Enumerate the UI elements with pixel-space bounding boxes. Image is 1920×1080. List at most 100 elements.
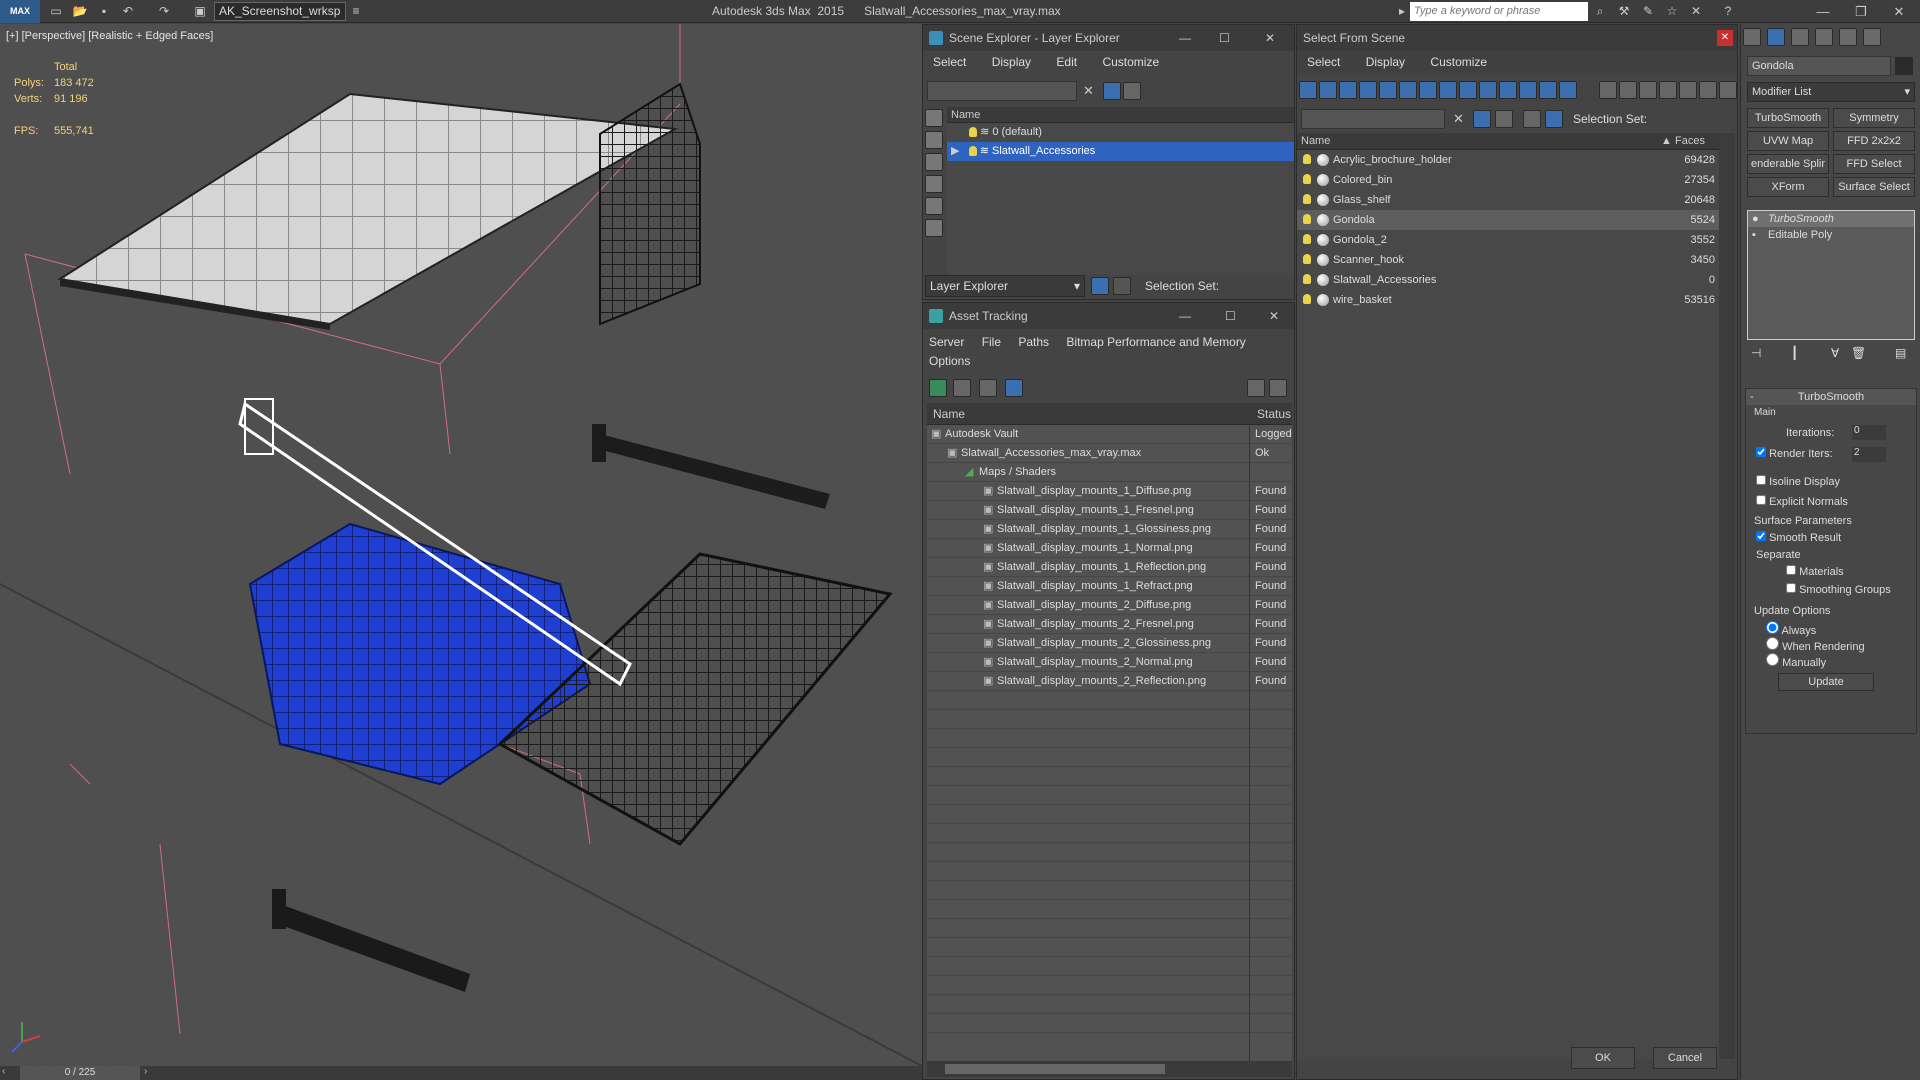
clear-find-icon[interactable]: ✕ (1083, 83, 1094, 99)
render-iters-spinner[interactable]: 2 (1852, 447, 1886, 462)
horizontal-scrollbar[interactable] (927, 1061, 1292, 1077)
layer-row-default[interactable]: ≋ 0 (default) (947, 123, 1294, 142)
menu-server[interactable]: Server (929, 335, 964, 349)
update-button[interactable]: Update (1778, 673, 1874, 691)
close-icon[interactable]: ✕ (1269, 303, 1279, 329)
display-geometry-icon[interactable] (925, 131, 943, 149)
clear-find-icon[interactable]: ✕ (1453, 111, 1464, 127)
configure-sets-icon[interactable]: ▤ (1895, 346, 1906, 360)
close-app-icon[interactable]: ✕ (1884, 2, 1914, 21)
layer-row-slatwall[interactable]: ▶ ≋ Slatwall_Accessories (947, 142, 1294, 161)
menu-select[interactable]: Select (933, 51, 966, 73)
minimize-icon[interactable]: — (1808, 2, 1838, 21)
display-xrefs-icon[interactable] (1439, 81, 1457, 99)
smoothing-groups-checkbox[interactable] (1786, 583, 1796, 593)
search-arrow-icon[interactable]: ▸ (1394, 4, 1410, 19)
select-all-icon[interactable] (1619, 81, 1637, 99)
lightbulb-icon[interactable] (1303, 214, 1311, 224)
object-row[interactable]: Scanner_hook 3450 (1297, 250, 1719, 270)
object-color-swatch[interactable] (1895, 57, 1913, 75)
modifier-button[interactable]: Surface Select (1833, 177, 1915, 197)
scene-explorer-titlebar[interactable]: Scene Explorer - Layer Explorer — ☐ ✕ (923, 25, 1294, 51)
invert-display-icon[interactable] (1599, 81, 1617, 99)
display-lights-icon[interactable] (925, 175, 943, 193)
make-unique-icon[interactable]: ∀ (1831, 346, 1839, 360)
display-all-icon[interactable] (1539, 81, 1557, 99)
expand-arrow-icon[interactable]: ▶ (951, 145, 959, 157)
display-cameras-icon[interactable] (1359, 81, 1377, 99)
lightbulb-icon[interactable] (968, 146, 977, 157)
asset-row[interactable]: ▣ Slatwall_display_mounts_2_Diffuse.png Fo… (927, 596, 1292, 615)
display-shapes-icon[interactable] (1319, 81, 1337, 99)
lightbulb-icon[interactable] (1303, 274, 1311, 284)
subscription-icon[interactable]: ⚒ (1616, 4, 1632, 19)
lightbulb-icon[interactable] (1303, 294, 1311, 304)
explicit-normals-checkbox[interactable] (1756, 495, 1766, 505)
asset-row[interactable]: ▣ Slatwall_display_mounts_1_Fresnel.png Fo… (927, 501, 1292, 520)
lightbulb-icon[interactable] (1303, 154, 1311, 164)
asset-row[interactable]: ▣ Slatwall_display_mounts_1_Reflection.pn… (927, 558, 1292, 577)
menu-select[interactable]: Select (1307, 51, 1340, 73)
display-lights-icon[interactable] (1339, 81, 1357, 99)
motion-tab-icon[interactable] (1815, 28, 1833, 46)
asset-row[interactable]: ▣ Slatwall_display_mounts_1_Diffuse.png Fo… (927, 482, 1292, 501)
display-none-icon[interactable] (1559, 81, 1577, 99)
modifier-button[interactable]: XForm (1747, 177, 1829, 197)
display-shapes-icon[interactable] (925, 153, 943, 171)
maximize-icon[interactable]: ☐ (1225, 303, 1236, 329)
menu-paths[interactable]: Paths (1018, 335, 1049, 349)
layer-column-header[interactable]: Name (947, 107, 1294, 123)
stack-item-turbosmooth[interactable]: ● TurboSmooth (1748, 211, 1914, 227)
lightbulb-icon[interactable] (1303, 234, 1311, 244)
thumbnail-icon[interactable] (979, 379, 997, 397)
find-input[interactable] (927, 81, 1077, 101)
close-icon[interactable]: ✕ (1265, 25, 1275, 51)
asset-row[interactable]: ▣ Slatwall_display_mounts_2_Fresnel.png Fo… (927, 615, 1292, 634)
restore-icon[interactable]: ❐ (1846, 2, 1876, 21)
asset-row[interactable]: ▣ Slatwall_display_mounts_2_Normal.png Fou… (927, 653, 1292, 672)
filter-icon[interactable] (1679, 81, 1697, 99)
menu-options[interactable]: Options (929, 354, 970, 368)
object-row[interactable]: Gondola 5524 (1297, 210, 1719, 230)
minimize-icon[interactable]: — (1179, 25, 1191, 51)
render-iters-checkbox[interactable] (1756, 447, 1766, 457)
modifier-list-dropdown[interactable]: Modifier List ▾ (1747, 82, 1915, 102)
manually-radio[interactable] (1766, 653, 1779, 666)
create-tab-icon[interactable] (1743, 28, 1761, 46)
settings-icon[interactable] (1269, 379, 1287, 397)
hierarchy-icon[interactable] (1545, 110, 1563, 128)
modifier-button[interactable]: UVW Map (1747, 131, 1829, 151)
perspective-viewport[interactable]: [+] [Perspective] [Realistic + Edged Fac… (0, 24, 922, 1066)
close-icon[interactable]: ✕ (1717, 30, 1733, 46)
isoline-checkbox[interactable] (1756, 475, 1766, 485)
layers-icon[interactable] (1123, 82, 1141, 100)
sort-icon[interactable] (1699, 81, 1717, 99)
filter-icon[interactable] (1473, 110, 1491, 128)
object-row[interactable]: wire_basket 53516 (1297, 290, 1719, 310)
cancel-button[interactable]: Cancel (1653, 1047, 1717, 1069)
modifier-button[interactable]: TurboSmooth (1747, 108, 1829, 128)
hierarchy-icon[interactable] (1113, 277, 1131, 295)
display-none-icon[interactable] (925, 109, 943, 127)
expand-icon[interactable]: ▪ (1752, 227, 1756, 243)
asset-status-header[interactable]: Status (1257, 403, 1291, 425)
time-slider[interactable]: ‹ 0 / 225 › (0, 1066, 922, 1080)
explorer-type-dropdown[interactable]: Layer Explorer ▾ (925, 275, 1085, 297)
minimize-icon[interactable]: — (1179, 303, 1191, 329)
save-icon[interactable]: ▪ (96, 4, 112, 19)
exchange-icon[interactable]: ✕ (1688, 4, 1704, 19)
app-logo[interactable]: MAX (0, 0, 40, 23)
remove-modifier-icon[interactable]: 🗑 (1851, 346, 1866, 360)
collapse-icon[interactable] (1719, 81, 1737, 99)
display-helpers-icon[interactable] (1379, 81, 1397, 99)
binoculars-icon[interactable]: ⌕ (1592, 4, 1608, 19)
display-bones-icon[interactable] (1459, 81, 1477, 99)
utilities-tab-icon[interactable] (1863, 28, 1881, 46)
smooth-result-checkbox[interactable] (1756, 531, 1766, 541)
lightbulb-icon[interactable] (969, 127, 977, 138)
pin-stack-icon[interactable]: ⊣ (1751, 346, 1761, 360)
asset-row[interactable]: ▣ Slatwall_display_mounts_1_Normal.png Fou… (927, 539, 1292, 558)
lightbulb-icon[interactable] (1303, 194, 1311, 204)
materials-checkbox[interactable] (1786, 565, 1796, 575)
select-none-icon[interactable] (1639, 81, 1657, 99)
